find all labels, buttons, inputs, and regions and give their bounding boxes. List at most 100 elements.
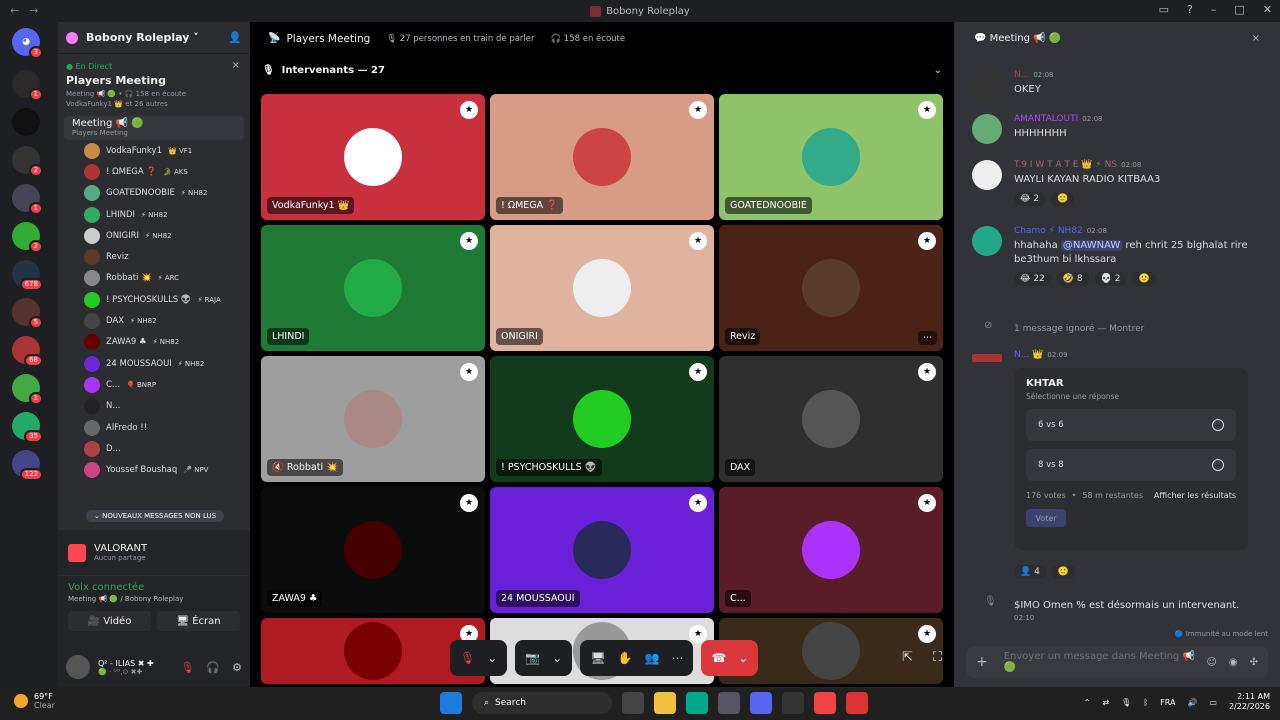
member-list-item[interactable]: ! ΩMEGA ❓ 🐊 AKS: [58, 161, 250, 182]
member-list-item[interactable]: Youssef Boushaq 🎤 NPV: [58, 459, 250, 480]
invite-icon[interactable]: 👥: [645, 651, 660, 665]
back-icon[interactable]: ←: [10, 4, 19, 17]
reaction[interactable]: 🙂: [1132, 272, 1156, 286]
add-person-icon[interactable]: 👤: [228, 31, 242, 44]
reaction[interactable]: 😂 22: [1014, 272, 1051, 286]
server-icon[interactable]: 2: [12, 146, 43, 177]
member-list-item[interactable]: ONIGIRI ⚡ NH82: [58, 225, 250, 246]
screen-share-button[interactable]: 🖥 Écran: [157, 611, 240, 631]
speaker-tile[interactable]: ★ C...: [719, 487, 943, 613]
user-mention[interactable]: @NAWNAW: [1060, 240, 1123, 251]
member-list-item[interactable]: VodkaFunky1 👑 VF1: [58, 140, 250, 161]
close-icon[interactable]: ×: [1252, 33, 1260, 44]
member-list-item[interactable]: Robbati 💥 ⚡ ARC: [58, 268, 250, 289]
video-button[interactable]: 🎥 Vidéo: [68, 611, 151, 631]
camera-control[interactable]: 📷 ⌄: [515, 640, 573, 676]
avatar[interactable]: [972, 160, 1002, 190]
steam-icon[interactable]: [782, 692, 804, 714]
maximize-icon[interactable]: □: [1234, 3, 1244, 16]
close-icon[interactable]: ×: [232, 60, 240, 71]
new-messages-banner[interactable]: ⌄ NOUVEAUX MESSAGES NON LUS: [86, 510, 225, 522]
help-icon[interactable]: ?: [1187, 3, 1193, 16]
message-author[interactable]: T.9 I W T A T E 👑 ⚡ NS 02:08: [1014, 160, 1270, 170]
chevron-up-icon[interactable]: ⌃: [1084, 698, 1091, 707]
speaker-tile[interactable]: ★ LHINDI: [261, 225, 485, 351]
store-icon[interactable]: [718, 692, 740, 714]
speaker-tile[interactable]: ★ Reviz ⋯: [719, 225, 943, 351]
discord-home-icon[interactable]: ◕ 3: [12, 28, 43, 59]
volume-icon[interactable]: 🔊: [1187, 698, 1197, 707]
chevron-down-icon[interactable]: ⌄: [934, 65, 942, 76]
settings-icon[interactable]: ⚙: [232, 661, 242, 674]
vote-button[interactable]: Voter: [1026, 509, 1066, 527]
live-event-card[interactable]: ● En Direct Players Meeting Meeting 📢 🟢 …: [64, 58, 244, 112]
minimize-icon[interactable]: –: [1211, 3, 1217, 16]
reaction[interactable]: 🙂: [1051, 192, 1075, 206]
message-input[interactable]: + Envoyer un message dans Meeting 📢 🟢 ☺ ◉ ✣: [966, 646, 1268, 678]
weather-widget[interactable]: 69°F Clear: [14, 692, 55, 710]
voice-connected-label[interactable]: Voix connectée: [68, 582, 240, 593]
plus-icon[interactable]: +: [976, 654, 988, 670]
speakers-header[interactable]: 🎙 Intervenants — 27 ⌄: [250, 55, 954, 85]
server-icon[interactable]: 122: [12, 450, 43, 481]
channel-meeting[interactable]: Meeting 📢 🟢 Players Meeting: [64, 116, 244, 140]
show-results-link[interactable]: Afficher les résultats: [1154, 491, 1236, 500]
taskbar-search[interactable]: ⌕ Search: [472, 692, 612, 714]
server-icon[interactable]: 1: [12, 374, 43, 405]
member-list-item[interactable]: N...: [58, 396, 250, 417]
mute-control[interactable]: 🎙 ⌄: [450, 640, 508, 676]
message-author[interactable]: N... 02:08: [1014, 70, 1270, 80]
edge-icon[interactable]: [686, 692, 708, 714]
speaker-tile[interactable]: ★ 24 MOUSSAOUI: [490, 487, 714, 613]
more-icon[interactable]: ⋯: [918, 331, 937, 345]
speaker-tile[interactable]: ★ ! PSYCHOSKULLS 👽: [490, 356, 714, 482]
member-list-item[interactable]: C... 🎈 BNRP: [58, 374, 250, 395]
member-list-item[interactable]: Reviz: [58, 246, 250, 267]
inbox-icon[interactable]: ▭: [1159, 3, 1169, 16]
avatar[interactable]: [66, 655, 90, 679]
forward-icon[interactable]: →: [29, 4, 38, 17]
avatar[interactable]: [972, 354, 1002, 362]
gif-icon[interactable]: ☺: [1206, 657, 1216, 668]
fullscreen-icon[interactable]: ⛶: [933, 650, 942, 665]
headphones-icon[interactable]: 🎧: [206, 661, 220, 674]
network-icon[interactable]: ⇄: [1102, 698, 1109, 707]
poll-option[interactable]: 6 vs 6: [1026, 409, 1236, 441]
speaker-tile[interactable]: ★ DAX: [719, 356, 943, 482]
reaction[interactable]: 🤣 8: [1056, 272, 1089, 286]
ignored-message[interactable]: ⊘ 1 message ignoré — Montrer: [954, 320, 1280, 336]
screen-share-icon[interactable]: 🖥: [590, 651, 605, 665]
server-icon[interactable]: [12, 108, 40, 136]
file-explorer-icon[interactable]: [654, 692, 676, 714]
speaker-tile[interactable]: ★ ! ΩMEGA ❓: [490, 94, 714, 220]
member-list-item[interactable]: 24 MOUSSAOUI ⚡ NH82: [58, 353, 250, 374]
apps-icon[interactable]: ✣: [1250, 657, 1258, 668]
server-icon[interactable]: 5: [12, 298, 43, 329]
server-icon[interactable]: 678: [12, 260, 43, 291]
member-list-item[interactable]: ZAWA9 ♣ ⚡ NH82: [58, 332, 250, 353]
emoji-icon[interactable]: ◉: [1229, 657, 1238, 668]
mute-icon[interactable]: 🎙: [180, 661, 194, 674]
server-header[interactable]: Bobony Roleplay ˅ 👤: [58, 22, 250, 54]
avatar[interactable]: [972, 114, 1002, 144]
clock[interactable]: 2:11 AM 2/22/2026: [1229, 692, 1270, 713]
reaction[interactable]: 😂 2: [1014, 192, 1046, 206]
member-list-item[interactable]: LHINDI ⚡ NH82: [58, 204, 250, 225]
speaker-tile[interactable]: ★ VodkaFunky1 👑: [261, 94, 485, 220]
server-icon[interactable]: 1: [12, 184, 43, 215]
avatar[interactable]: [972, 70, 1002, 100]
popout-icon[interactable]: ⇱: [902, 650, 913, 665]
server-icon[interactable]: 2: [12, 222, 43, 253]
speaker-tile[interactable]: ★ ZAWA9 ♣: [261, 487, 485, 613]
avatar[interactable]: [972, 226, 1002, 256]
request-off-icon[interactable]: ✋: [618, 651, 633, 665]
add-reaction-icon[interactable]: 🙂: [1051, 565, 1076, 579]
more-icon[interactable]: ⋯: [671, 651, 683, 665]
language-indicator[interactable]: FRA: [1160, 698, 1175, 707]
reaction[interactable]: 💀 2: [1094, 272, 1127, 286]
server-icon[interactable]: 68: [12, 336, 43, 367]
speaker-tile[interactable]: ★ 🔇 Robbati 💥: [261, 356, 485, 482]
close-window-icon[interactable]: ✕: [1263, 3, 1272, 16]
chrome-icon[interactable]: [814, 692, 836, 714]
discord-icon[interactable]: [750, 692, 772, 714]
